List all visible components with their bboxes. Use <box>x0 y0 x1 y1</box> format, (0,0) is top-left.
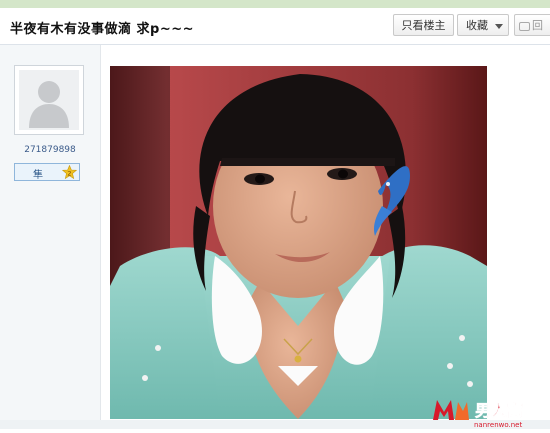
author-only-button[interactable]: 只看楼主 <box>393 14 454 36</box>
poster-sidebar: 271879898 隼 2 <box>0 45 101 429</box>
default-avatar-icon <box>15 66 83 134</box>
favorite-button[interactable]: 收藏 <box>457 14 509 36</box>
level-star-icon: 2 <box>61 164 78 184</box>
chevron-down-icon <box>495 24 503 29</box>
favorite-label: 收藏 <box>466 19 488 32</box>
selfie-image <box>110 66 487 419</box>
level-name: 隼 <box>33 170 43 181</box>
thread-title: 半夜有木有没事做滴 求p~~~ <box>10 22 195 37</box>
comment-icon <box>519 21 530 31</box>
level-number: 2 <box>67 169 71 177</box>
watermark-logo-icon: 男人窝 nanrenwo.net <box>433 400 523 429</box>
reply-label: 回 <box>532 19 543 32</box>
poster-user-id[interactable]: 271879898 <box>0 145 100 155</box>
reply-button[interactable]: 回 <box>514 14 550 36</box>
thread-header: 半夜有木有没事做滴 求p~~~ 只看楼主 收藏 回 <box>0 8 550 45</box>
avatar[interactable] <box>14 65 84 135</box>
site-watermark: 男人窝 nanrenwo.net <box>427 386 550 429</box>
watermark-text: 男人窝 <box>475 401 523 420</box>
watermark-url: nanrenwo.net <box>474 421 522 429</box>
level-badge: 隼 2 <box>14 163 80 181</box>
post-photo[interactable] <box>110 66 487 419</box>
top-strip <box>0 0 550 8</box>
